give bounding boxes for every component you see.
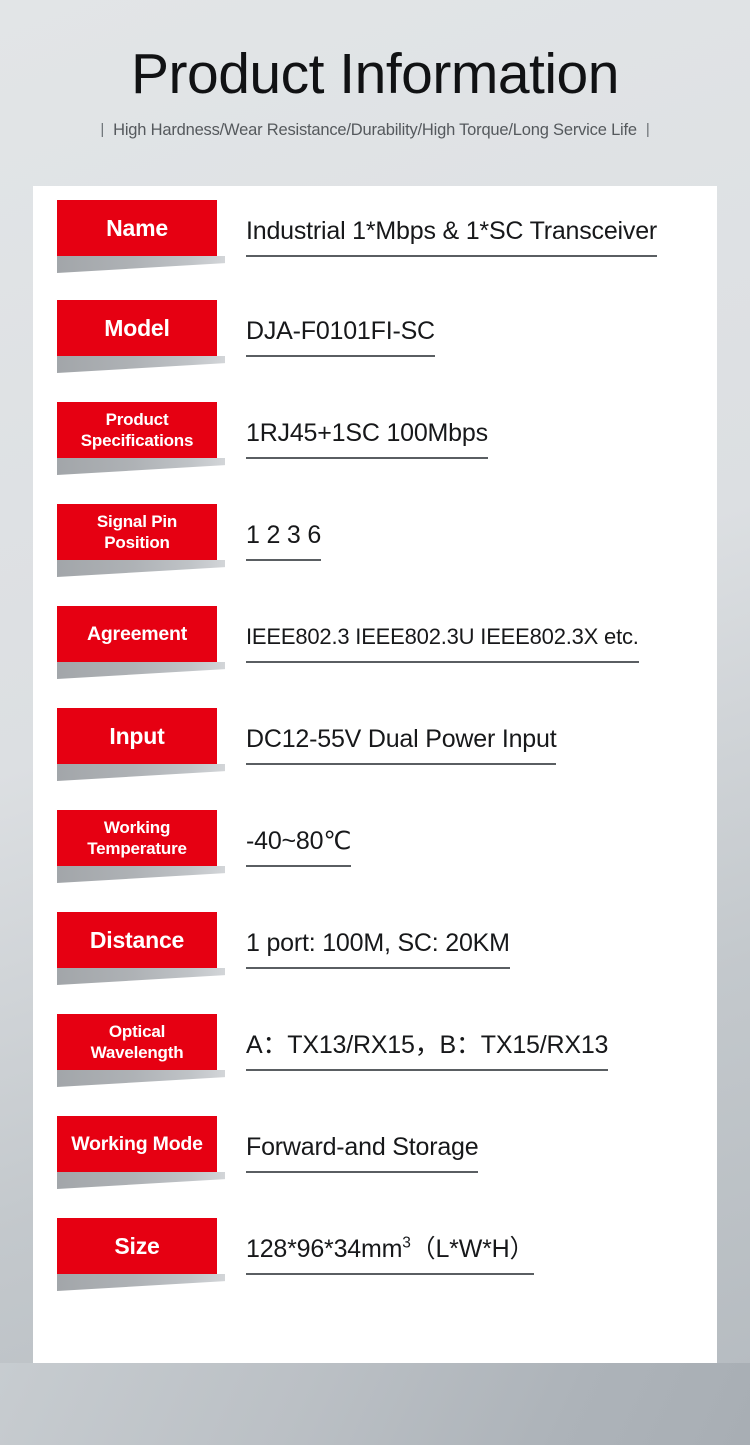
spec-value-text: A：TX13/RX15，B：TX15/RX13	[246, 1030, 608, 1071]
spec-label: Distance	[57, 912, 217, 968]
spec-label-text: Model	[104, 315, 170, 341]
page-title: Product Information	[131, 42, 619, 106]
spec-value-text: 1RJ45+1SC 100Mbps	[246, 418, 488, 459]
spec-value-text: Forward-and Storage	[246, 1132, 479, 1173]
spec-label-line1: Optical	[108, 1022, 166, 1041]
spec-label-tag-input: Input	[57, 694, 257, 794]
subtitle-bar-left: |	[100, 121, 105, 138]
spec-value-text: 128*96*34mm3（L*W*H）	[246, 1234, 534, 1275]
spec-label-text: Working Mode	[71, 1133, 203, 1155]
spec-row-working-temperature: Working Temperature -40~80℃	[33, 796, 717, 896]
spec-label-text: Optical Wavelength	[91, 1021, 184, 1063]
tag-shadow	[57, 764, 225, 781]
tag-shadow	[57, 256, 225, 273]
spec-label-tag-working-mode: Working Mode	[57, 1102, 257, 1202]
spec-value-product-specifications: 1RJ45+1SC 100Mbps	[246, 388, 717, 488]
spec-label-text: Signal Pin Position	[97, 511, 177, 553]
spec-value-text: Industrial 1*Mbps & 1*SC Transceiver	[246, 216, 657, 257]
spec-row-signal-pin-position: Signal Pin Position 1 2 3 6	[33, 490, 717, 590]
tag-shadow	[57, 968, 225, 985]
spec-label-tag-distance: Distance	[57, 898, 257, 998]
spec-label: Agreement	[57, 606, 217, 662]
spec-label-text: Distance	[89, 927, 185, 953]
spec-row-agreement: Agreement IEEE802.3 IEEE802.3U IEEE802.3…	[33, 592, 717, 692]
spec-label-tag-product-specifications: Product Specifications	[57, 388, 257, 488]
tag-shadow	[57, 356, 225, 373]
spec-row-input: Input DC12-55V Dual Power Input	[33, 694, 717, 794]
tag-shadow	[57, 662, 225, 679]
spec-label-line1: Product	[105, 410, 169, 429]
spec-value-text: DC12-55V Dual Power Input	[246, 724, 557, 765]
spec-row-working-mode: Working Mode Forward-and Storage	[33, 1102, 717, 1202]
tag-shadow	[57, 1172, 225, 1189]
spec-label-line2: Wavelength	[90, 1043, 184, 1062]
tag-shadow	[57, 1070, 225, 1087]
spec-label-tag-model: Model	[57, 286, 257, 386]
spec-row-name: Name Industrial 1*Mbps & 1*SC Transceive…	[33, 186, 717, 286]
spec-label-tag-agreement: Agreement	[57, 592, 257, 692]
tag-shadow	[57, 866, 225, 883]
spec-value-text: DJA-F0101FI-SC	[246, 316, 435, 357]
spec-value-model: DJA-F0101FI-SC	[246, 286, 717, 386]
spec-value-working-temperature: -40~80℃	[246, 796, 717, 896]
spec-value-working-mode: Forward-and Storage	[246, 1102, 717, 1202]
tag-shadow	[57, 1274, 225, 1291]
spec-value-signal-pin-position: 1 2 3 6	[246, 490, 717, 590]
spec-card: Name Industrial 1*Mbps & 1*SC Transceive…	[33, 186, 717, 1363]
spec-label-line2: Temperature	[87, 839, 187, 858]
spec-label-text: Working Temperature	[87, 817, 187, 859]
spec-row-model: Model DJA-F0101FI-SC	[33, 286, 717, 386]
spec-row-product-specifications: Product Specifications 1RJ45+1SC 100Mbps	[33, 388, 717, 488]
spec-label-text: Agreement	[86, 623, 188, 645]
spec-value-distance: 1 port: 100M, SC: 20KM	[246, 898, 717, 998]
spec-value-text: 1 port: 100M, SC: 20KM	[246, 928, 510, 969]
spec-label-text: Product Specifications	[80, 409, 194, 451]
size-dimensions: （L*W*H）	[410, 1234, 535, 1263]
bottom-gradient-band	[0, 1363, 750, 1445]
spec-value-input: DC12-55V Dual Power Input	[246, 694, 717, 794]
spec-label: Signal Pin Position	[57, 504, 217, 560]
spec-value-name: Industrial 1*Mbps & 1*SC Transceiver	[246, 186, 717, 286]
subtitle-text: High Hardness/Wear Resistance/Durability…	[113, 121, 637, 139]
spec-label: Input	[57, 708, 217, 764]
spec-label-line1: Signal Pin	[96, 512, 178, 531]
spec-value-text: IEEE802.3 IEEE802.3U IEEE802.3X etc.	[246, 622, 639, 663]
size-base: 128*96*34mm	[246, 1234, 403, 1263]
spec-label-tag-working-temperature: Working Temperature	[57, 796, 257, 896]
spec-row-size: Size 128*96*34mm3（L*W*H）	[33, 1204, 717, 1304]
spec-label-line2: Position	[104, 533, 170, 552]
spec-label-line2: Specifications	[80, 431, 194, 450]
spec-value-text: 1 2 3 6	[246, 520, 321, 561]
spec-label: Optical Wavelength	[57, 1014, 217, 1070]
subtitle-bar-right: |	[645, 121, 650, 138]
spec-label-tag-optical-wavelength: Optical Wavelength	[57, 1000, 257, 1100]
spec-label: Working Temperature	[57, 810, 217, 866]
spec-value-text: -40~80℃	[246, 826, 351, 867]
spec-value-size: 128*96*34mm3（L*W*H）	[246, 1204, 717, 1304]
spec-value-agreement: IEEE802.3 IEEE802.3U IEEE802.3X etc.	[246, 592, 717, 692]
spec-label-tag-signal-pin-position: Signal Pin Position	[57, 490, 257, 590]
spec-label-tag-name: Name	[57, 186, 257, 286]
tag-shadow	[57, 458, 225, 475]
spec-label: Name	[57, 200, 217, 256]
spec-label: Product Specifications	[57, 402, 217, 458]
spec-value-optical-wavelength: A：TX13/RX15，B：TX15/RX13	[246, 1000, 717, 1100]
size-exponent: 3	[402, 1234, 411, 1252]
spec-label-tag-size: Size	[57, 1204, 257, 1304]
page-subtitle: | High Hardness/Wear Resistance/Durabilit…	[0, 106, 750, 141]
spec-label: Model	[57, 300, 217, 356]
spec-row-optical-wavelength: Optical Wavelength A：TX13/RX15，B：TX15/RX1…	[33, 1000, 717, 1100]
page-header: Product Information | High Hardness/Wear …	[0, 0, 750, 186]
spec-label-line1: Working	[103, 818, 171, 837]
spec-row-distance: Distance 1 port: 100M, SC: 20KM	[33, 898, 717, 998]
spec-label: Size	[57, 1218, 217, 1274]
spec-label: Working Mode	[57, 1116, 217, 1172]
spec-label-text: Size	[114, 1233, 160, 1259]
spec-label-text: Input	[109, 723, 165, 749]
tag-shadow	[57, 560, 225, 577]
spec-label-text: Name	[106, 215, 168, 241]
